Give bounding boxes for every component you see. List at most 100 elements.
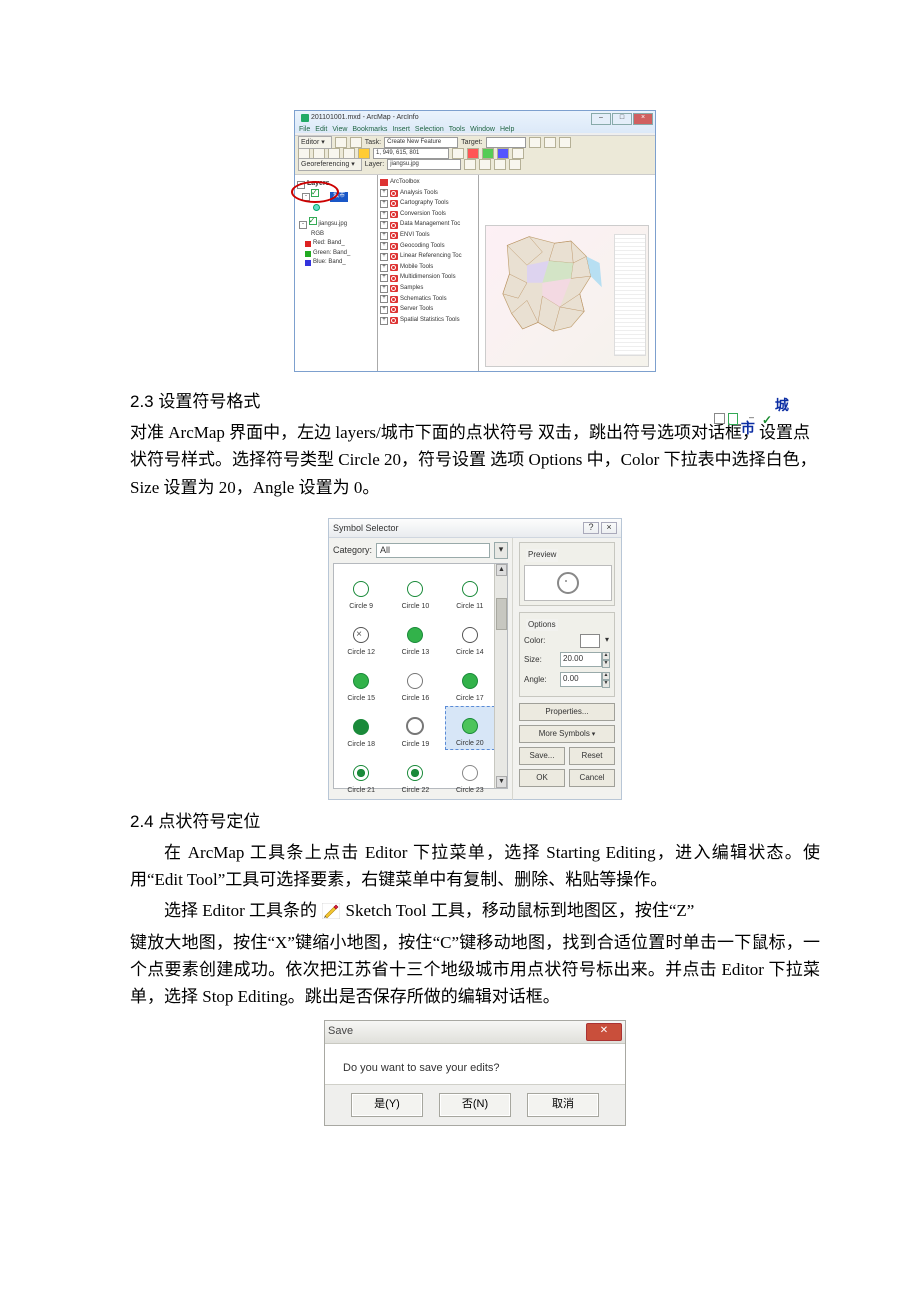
editor-dropdown[interactable]: Editor ▾: [298, 136, 332, 149]
toolbox-item[interactable]: +Conversion Tools: [380, 210, 476, 220]
symbol-circle-19[interactable]: Circle 19: [390, 706, 440, 750]
point-symbol-icon[interactable]: [313, 204, 320, 211]
toolbox-item[interactable]: +Cartography Tools: [380, 199, 476, 209]
toolbox-item[interactable]: +Linear Referencing Toc: [380, 252, 476, 262]
minimize-button[interactable]: –: [591, 113, 611, 125]
expand-icon[interactable]: +: [380, 274, 388, 282]
symbol-circle-11[interactable]: Circle 11: [445, 568, 495, 612]
menu-view[interactable]: View: [332, 124, 347, 135]
scrollbar[interactable]: ▲ ▼: [494, 564, 507, 788]
tb-icon[interactable]: [494, 159, 506, 170]
expand-icon[interactable]: +: [380, 317, 388, 325]
angle-spinner[interactable]: ▲▼: [602, 672, 610, 688]
symbol-circle-18[interactable]: Circle 18: [336, 706, 386, 750]
tb-icon[interactable]: [482, 148, 494, 159]
tb-icon[interactable]: [544, 137, 556, 148]
toolbox-item[interactable]: +Spatial Statistics Tools: [380, 316, 476, 326]
symbol-circle-20[interactable]: Circle 20: [445, 706, 495, 750]
angle-field[interactable]: 0.00: [560, 672, 602, 687]
toolbox-item[interactable]: +Server Tools: [380, 305, 476, 315]
edit-tool-icon[interactable]: [335, 137, 347, 148]
help-button[interactable]: ?: [583, 522, 599, 534]
expand-icon[interactable]: +: [380, 295, 388, 303]
properties-button[interactable]: Properties...: [519, 703, 615, 721]
toolbox-item[interactable]: +Multidimension Tools: [380, 273, 476, 283]
toc-panel[interactable]: - Layers -✓城市 - ✓ jiangsu.jpg RGB Red: B…: [295, 175, 378, 371]
symbol-list[interactable]: Circle 9Circle 10Circle 11×Circle 12Circ…: [333, 563, 508, 789]
ok-button[interactable]: OK: [519, 769, 565, 787]
symbol-circle-10[interactable]: Circle 10: [390, 568, 440, 612]
symbol-circle-21[interactable]: Circle 21: [336, 752, 386, 796]
scroll-thumb[interactable]: [496, 598, 507, 630]
expand-icon[interactable]: +: [380, 211, 388, 219]
expand-icon[interactable]: +: [380, 200, 388, 208]
expand-icon[interactable]: +: [380, 285, 388, 293]
size-spinner[interactable]: ▲▼: [602, 652, 610, 668]
close-button[interactable]: ×: [601, 522, 617, 534]
toolbox-item[interactable]: +Geocoding Tools: [380, 242, 476, 252]
yes-button[interactable]: 是(Y): [351, 1093, 423, 1117]
cancel-button[interactable]: Cancel: [569, 769, 615, 787]
layer-checkbox[interactable]: [728, 413, 738, 425]
map-view[interactable]: [479, 175, 655, 371]
scroll-down-icon[interactable]: ▼: [496, 776, 507, 788]
save-button[interactable]: Save...: [519, 747, 565, 765]
toolbox-item[interactable]: +Mobile Tools: [380, 263, 476, 273]
menu-help[interactable]: Help: [500, 124, 514, 135]
map-canvas[interactable]: [485, 225, 649, 367]
expand-icon[interactable]: +: [380, 189, 388, 197]
reset-button[interactable]: Reset: [569, 747, 615, 765]
target-field[interactable]: [486, 137, 526, 148]
toolbox-item[interactable]: +Schematics Tools: [380, 295, 476, 305]
menu-bookmarks[interactable]: Bookmarks: [352, 124, 387, 135]
tb-icon[interactable]: [529, 137, 541, 148]
tree-collapse-icon[interactable]: –: [714, 413, 725, 424]
cancel-button[interactable]: 取消: [527, 1093, 599, 1117]
menu-bar[interactable]: File Edit View Bookmarks Insert Selection Tool…: [299, 124, 514, 135]
close-button[interactable]: ×: [633, 113, 653, 125]
arctoolbox-panel[interactable]: ArcToolbox +Analysis Tools+Cartography T…: [378, 175, 479, 371]
georef-layer-field[interactable]: jiangsu.jpg: [387, 159, 461, 170]
menu-window[interactable]: Window: [470, 124, 495, 135]
tb-icon[interactable]: [464, 159, 476, 170]
toolbox-item[interactable]: +ENVI Tools: [380, 231, 476, 241]
toolbox-item[interactable]: +Analysis Tools: [380, 189, 476, 199]
tb-icon[interactable]: [452, 148, 464, 159]
scroll-up-icon[interactable]: ▲: [496, 564, 507, 576]
symbol-circle-9[interactable]: Circle 9: [336, 568, 386, 612]
tb-icon[interactable]: [559, 137, 571, 148]
toolbox-item[interactable]: +Data Management Toc: [380, 220, 476, 230]
expand-icon[interactable]: +: [380, 253, 388, 261]
toc-raster-item[interactable]: - ✓ jiangsu.jpg: [299, 217, 375, 230]
menu-selection[interactable]: Selection: [415, 124, 444, 135]
tb-icon[interactable]: [479, 159, 491, 170]
maximize-button[interactable]: □: [612, 113, 632, 125]
expand-icon[interactable]: +: [380, 242, 388, 250]
task-field[interactable]: Create New Feature: [384, 137, 458, 148]
symbol-circle-15[interactable]: Circle 15: [336, 660, 386, 704]
close-button[interactable]: ✕: [586, 1023, 622, 1041]
symbol-circle-14[interactable]: Circle 14: [445, 614, 495, 658]
size-field[interactable]: 20.00: [560, 652, 602, 667]
color-picker[interactable]: [580, 634, 600, 648]
no-button[interactable]: 否(N): [439, 1093, 511, 1117]
arctoolbox-root[interactable]: ArcToolbox: [380, 178, 476, 188]
expand-icon[interactable]: +: [380, 221, 388, 229]
menu-insert[interactable]: Insert: [392, 124, 410, 135]
symbol-circle-23[interactable]: Circle 23: [445, 752, 495, 796]
sketch-tool-icon[interactable]: [350, 137, 362, 148]
georef-dropdown[interactable]: Georeferencing ▾: [298, 158, 362, 171]
category-field[interactable]: All: [376, 543, 490, 558]
symbol-circle-17[interactable]: Circle 17: [445, 660, 495, 704]
toolbox-item[interactable]: +Samples: [380, 284, 476, 294]
menu-edit[interactable]: Edit: [315, 124, 327, 135]
help-icon[interactable]: [512, 148, 524, 159]
expand-icon[interactable]: +: [380, 232, 388, 240]
menu-file[interactable]: File: [299, 124, 310, 135]
symbol-circle-13[interactable]: Circle 13: [390, 614, 440, 658]
symbol-circle-22[interactable]: Circle 22: [390, 752, 440, 796]
category-dropdown-button[interactable]: ▾: [494, 542, 508, 559]
tb-icon[interactable]: [509, 159, 521, 170]
menu-tools[interactable]: Tools: [449, 124, 465, 135]
more-symbols-button[interactable]: More Symbols: [519, 725, 615, 743]
